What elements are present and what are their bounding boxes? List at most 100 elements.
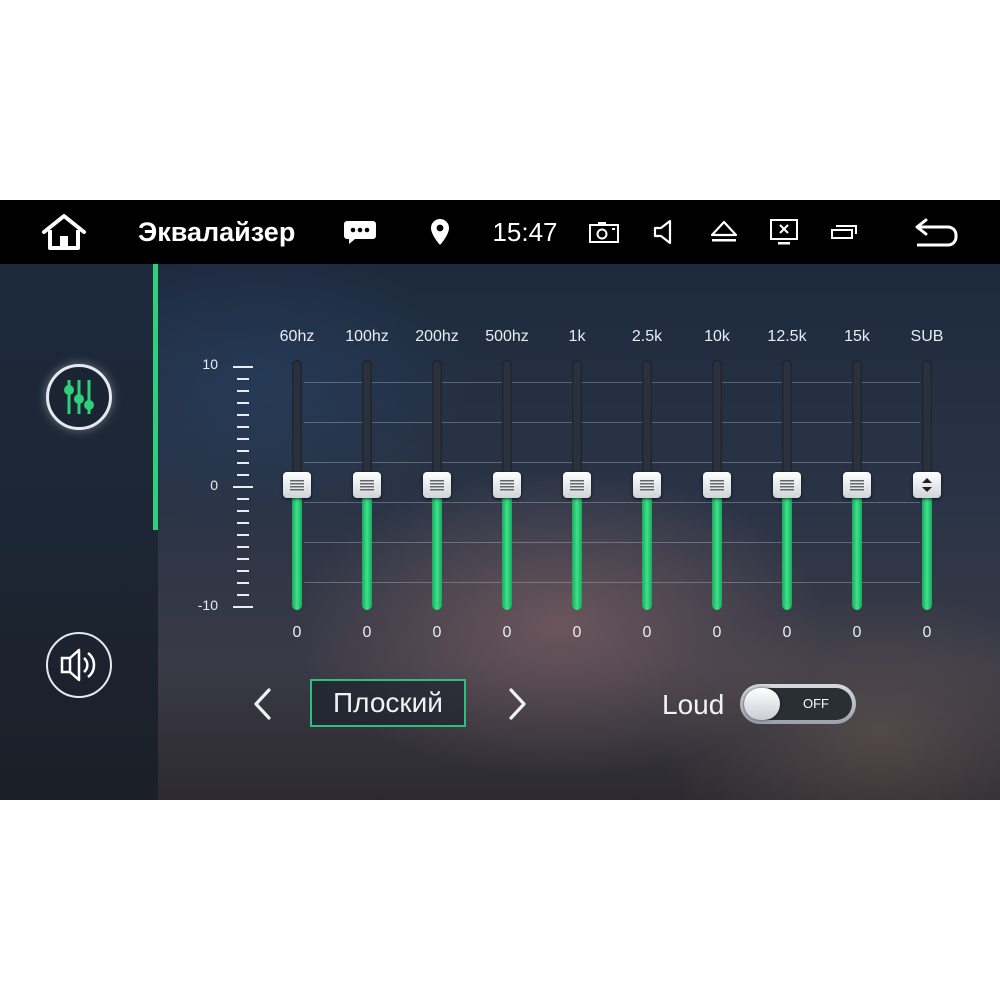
band-slider-handle[interactable] [283, 472, 311, 498]
screen-off-icon [770, 219, 798, 245]
scale-tick [237, 402, 249, 404]
status-bar: Эквалайзер 15:47 [0, 200, 1000, 264]
volume-button[interactable] [644, 200, 684, 264]
grip-lines-icon [360, 480, 374, 491]
loud-toggle-track: OFF [744, 688, 852, 720]
band-value: 0 [922, 624, 932, 641]
band-fill [362, 485, 372, 610]
preset-selector[interactable]: Плоский [310, 679, 466, 727]
band-slider-handle[interactable] [703, 472, 731, 498]
band-slider-handle[interactable] [493, 472, 521, 498]
scale-tick [233, 606, 253, 608]
scale-tick [237, 594, 249, 596]
band-label: 15k [844, 328, 870, 345]
next-preset-button[interactable] [500, 684, 536, 724]
band-value: 0 [852, 624, 862, 641]
band-value: 0 [432, 624, 442, 641]
grip-lines-icon [290, 480, 304, 491]
band-label: 2.5k [631, 328, 663, 345]
loud-toggle-thumb [744, 688, 780, 720]
band-fill [642, 485, 652, 610]
sub-slider-handle[interactable] [913, 472, 941, 498]
scale-tick [237, 462, 249, 464]
up-down-arrows-icon [922, 478, 932, 492]
band-fill [712, 485, 722, 610]
scale-tick [237, 426, 249, 428]
gridline [304, 462, 920, 463]
band-slider-handle[interactable] [633, 472, 661, 498]
home-button[interactable] [36, 200, 92, 264]
sidebar-item-sound-field[interactable] [46, 632, 112, 698]
scale-tick [237, 450, 249, 452]
scale-tick [237, 378, 249, 380]
band-slider-handle[interactable] [563, 472, 591, 498]
equalizer-sliders-icon [64, 380, 94, 414]
camera-icon [589, 222, 619, 243]
band-slider-handle[interactable] [843, 472, 871, 498]
eject-button[interactable] [704, 200, 744, 264]
band-fill [852, 485, 862, 610]
recent-apps-icon [831, 225, 857, 239]
gridline [304, 582, 920, 583]
previous-preset-button[interactable] [244, 684, 280, 724]
grip-lines-icon [780, 480, 794, 491]
scale-tick [237, 510, 249, 512]
sidebar-active-indicator [153, 264, 158, 530]
sidebar [0, 264, 158, 800]
scale-tick [233, 486, 253, 488]
scale-tick [237, 414, 249, 416]
band-value: 0 [292, 624, 302, 641]
location-pin-icon [431, 219, 449, 245]
band-value: 0 [782, 624, 792, 641]
band-label: 100hz [345, 328, 389, 345]
band-fill [432, 485, 442, 610]
equalizer-content: 10 0 -10 60hz 0 100hz 0 200hz 0 500hz 0 1k 0 2.5k 0… [0, 264, 1000, 800]
volume-icon [653, 219, 672, 245]
band-slider-handle[interactable] [353, 472, 381, 498]
back-button[interactable] [908, 200, 964, 264]
band-slider-handle[interactable] [773, 472, 801, 498]
band-fill [502, 485, 512, 610]
gridline [304, 542, 920, 543]
scale-tick [233, 366, 253, 368]
grip-lines-icon [430, 480, 444, 491]
message-button[interactable] [340, 200, 380, 264]
scale-tick [237, 390, 249, 392]
scale-tick [237, 474, 249, 476]
chevron-right-icon [509, 688, 526, 720]
speaker-icon [60, 648, 96, 682]
clock: 15:47 [492, 216, 558, 247]
scale-tick [237, 546, 249, 548]
band-label: 12.5k [767, 328, 807, 345]
sidebar-item-equalizer[interactable] [46, 364, 112, 430]
scale-tick [237, 534, 249, 536]
eject-icon [710, 220, 738, 242]
grip-lines-icon [710, 480, 724, 491]
band-value: 0 [642, 624, 652, 641]
screen-off-button[interactable] [764, 200, 804, 264]
head-unit-screen: Эквалайзер 15:47 10 0 -10 60hz 0 100hz 0… [0, 200, 1000, 800]
gridline [304, 422, 920, 423]
band-label: 60hz [279, 328, 315, 345]
band-label: 500hz [485, 328, 529, 345]
gridline [304, 502, 920, 503]
recent-apps-button[interactable] [824, 200, 864, 264]
band-label: SUB [910, 328, 944, 345]
scale-tick [237, 438, 249, 440]
loud-toggle[interactable]: OFF [740, 684, 856, 724]
loud-toggle-state: OFF [803, 696, 829, 711]
scale-label-max: 10 [202, 356, 218, 372]
band-label: 1k [568, 328, 586, 345]
scale-tick [237, 570, 249, 572]
home-icon [42, 214, 86, 250]
band-value: 0 [712, 624, 722, 641]
camera-button[interactable] [584, 200, 624, 264]
band-slider-handle[interactable] [423, 472, 451, 498]
grip-lines-icon [570, 480, 584, 491]
band-value: 0 [502, 624, 512, 641]
chevron-left-icon [254, 688, 271, 720]
scale-tick [237, 582, 249, 584]
scale-tick [237, 522, 249, 524]
scale-label-zero: 0 [210, 477, 218, 493]
location-indicator [424, 200, 456, 264]
